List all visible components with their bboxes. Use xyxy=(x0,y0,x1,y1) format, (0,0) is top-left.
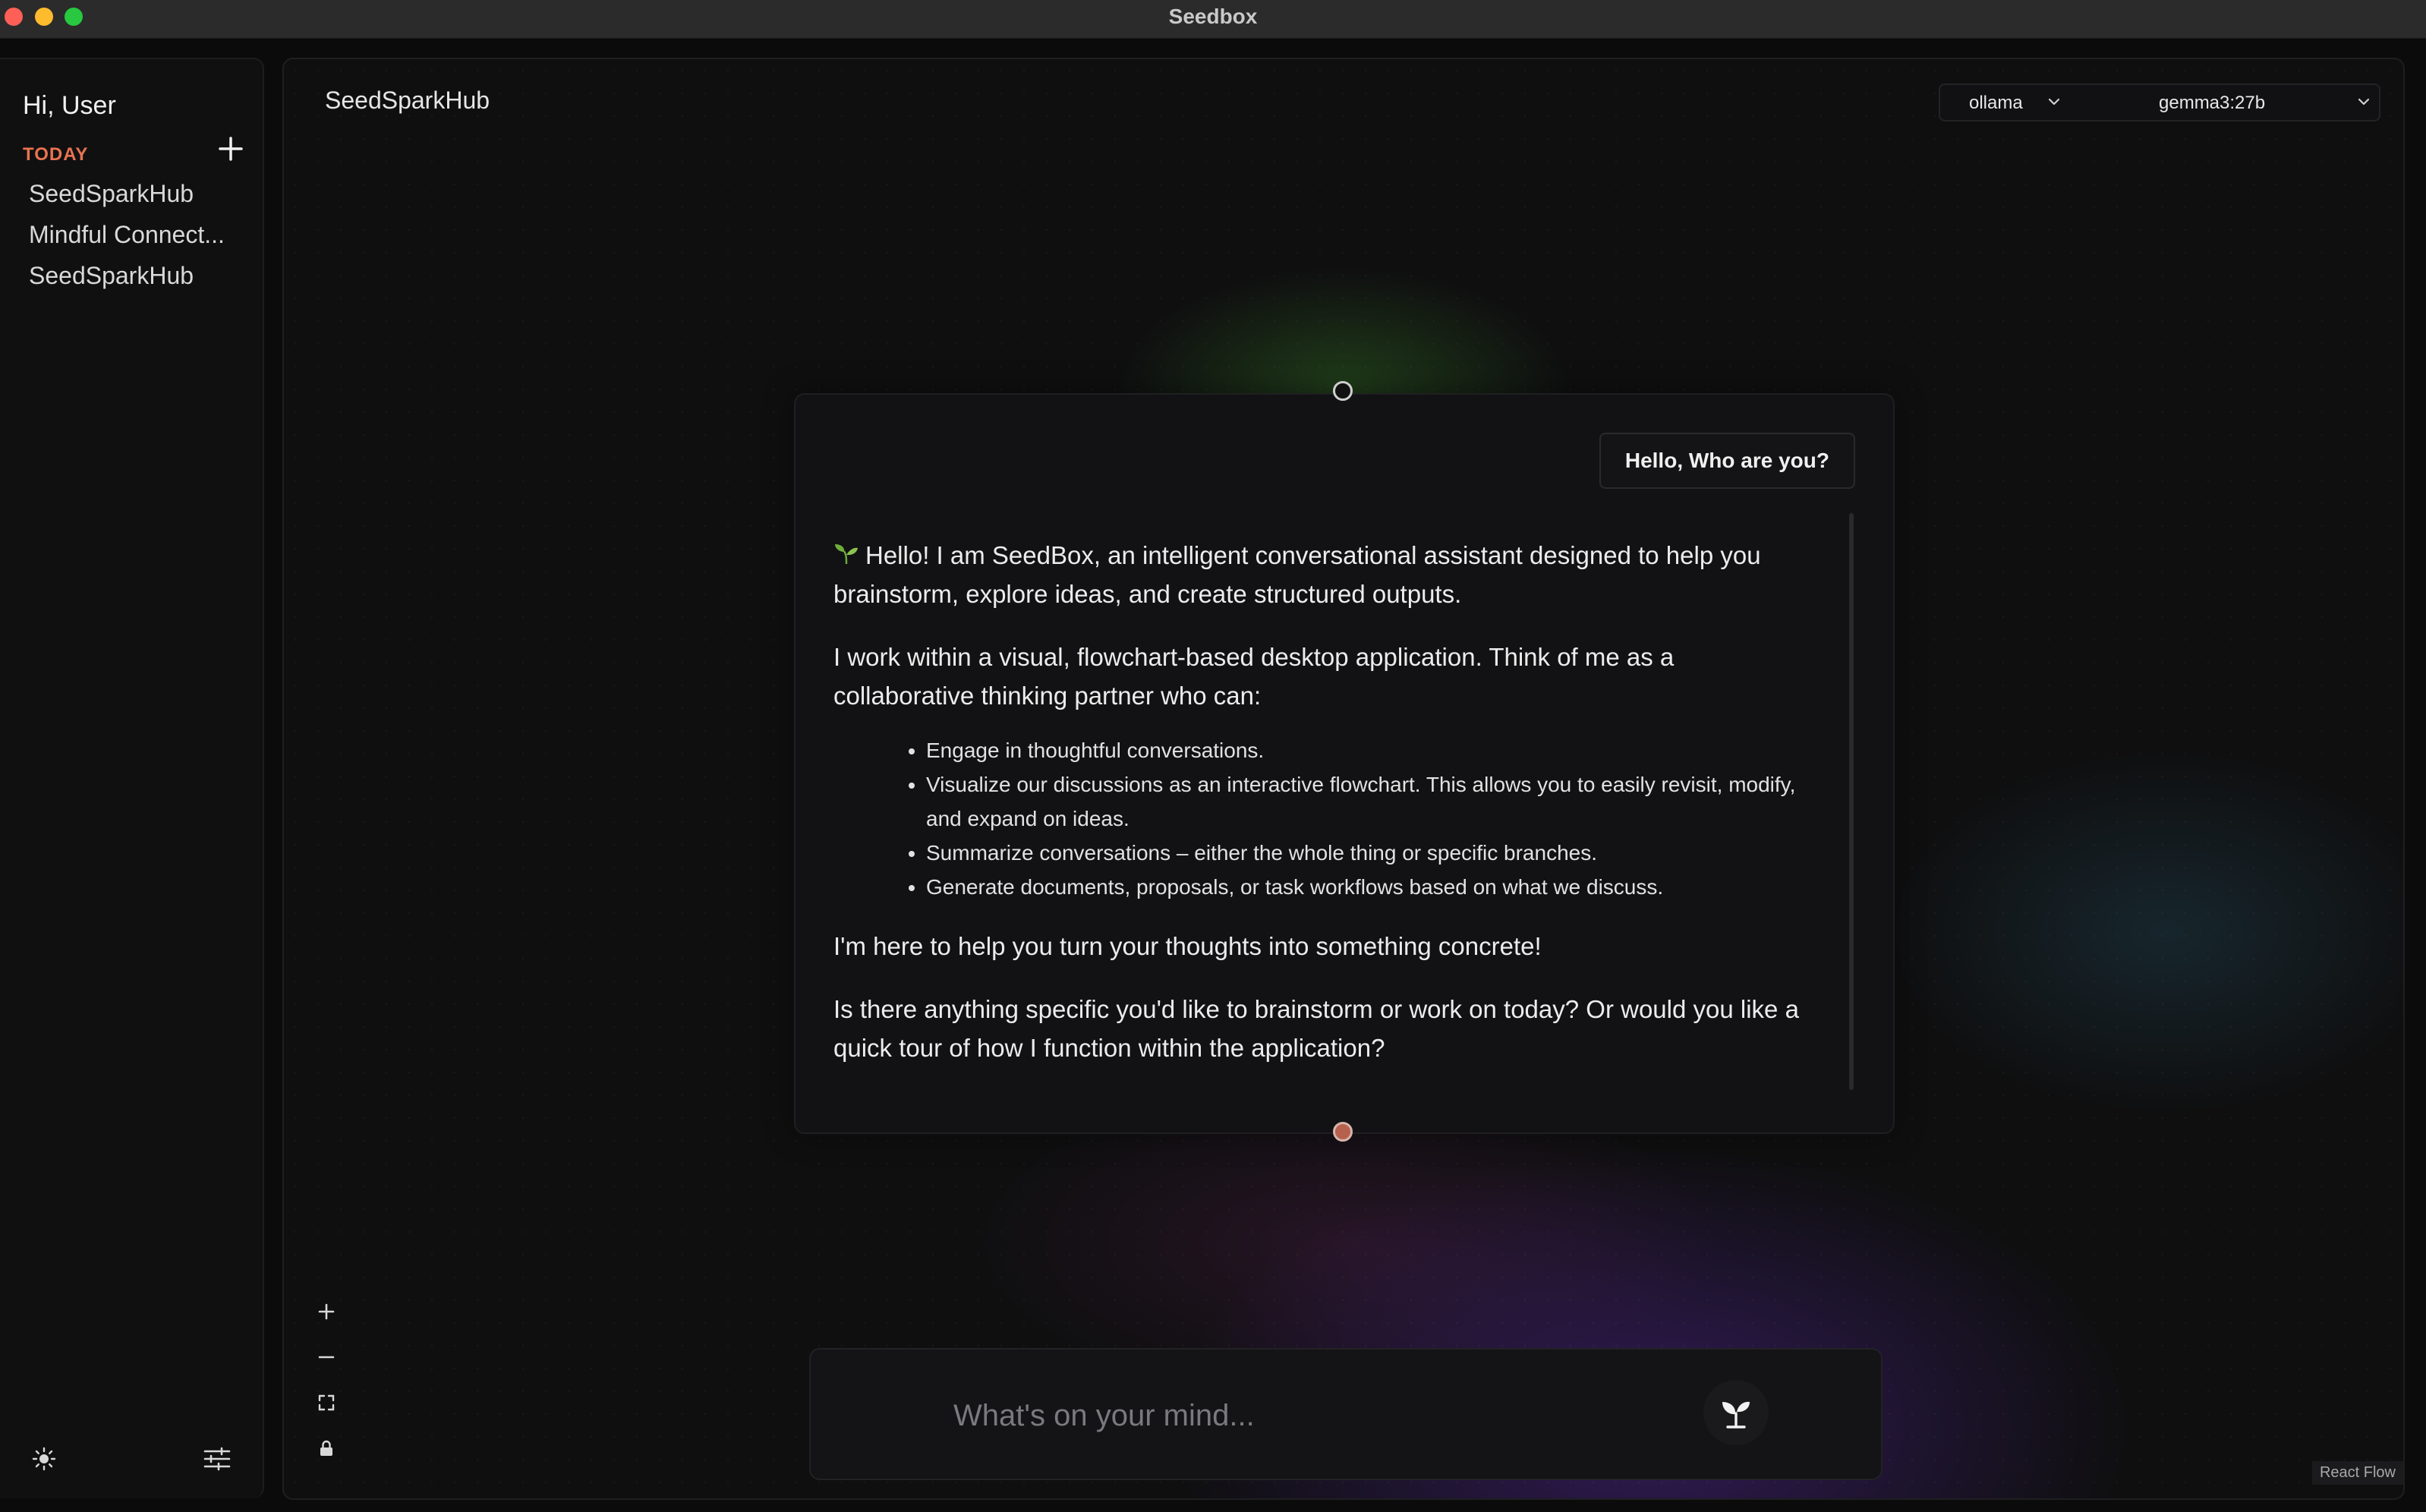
lock-button[interactable] xyxy=(311,1425,342,1471)
send-button[interactable] xyxy=(1703,1380,1769,1445)
chat-list: SeedSparkHub Mindful Connect... SeedSpar… xyxy=(29,173,249,296)
window-title: Seedbox xyxy=(1168,5,1258,28)
response-bullet-list: Engage in thoughtful conversations. Visu… xyxy=(833,733,1820,904)
new-chat-button[interactable] xyxy=(216,134,246,164)
list-item: Summarize conversations – either the who… xyxy=(926,836,1820,870)
fit-view-icon xyxy=(318,1394,335,1411)
assistant-response: Hello! I am SeedBox, an intelligent conv… xyxy=(833,536,1820,1091)
theme-toggle-button[interactable] xyxy=(32,1447,56,1471)
model-select[interactable]: gemma3:27b xyxy=(2072,83,2380,121)
title-bar: Seedbox xyxy=(0,0,2426,39)
chevron-down-icon xyxy=(2048,98,2060,106)
response-intro: Hello! I am SeedBox, an intelligent conv… xyxy=(833,541,1761,608)
list-item: Engage in thoughtful conversations. xyxy=(926,733,1820,767)
node-output-handle[interactable] xyxy=(1333,1122,1353,1142)
react-flow-attribution[interactable]: React Flow xyxy=(2311,1461,2403,1485)
message-composer xyxy=(809,1348,1883,1480)
zoom-out-button[interactable] xyxy=(311,1334,342,1380)
sprout-icon xyxy=(1722,1401,1750,1429)
response-paragraph: I work within a visual, flowchart-based … xyxy=(833,643,1675,710)
plus-icon xyxy=(219,137,243,161)
lock-icon xyxy=(320,1440,332,1456)
list-item: Generate documents, proposals, or task w… xyxy=(926,870,1820,904)
fit-view-button[interactable] xyxy=(311,1380,342,1425)
plus-icon xyxy=(318,1303,335,1320)
node-input-handle[interactable] xyxy=(1333,381,1353,401)
list-item: Visualize our discussions as an interact… xyxy=(926,767,1820,836)
provider-select[interactable]: ollama xyxy=(1939,83,2075,121)
sun-icon xyxy=(32,1447,56,1471)
response-paragraph: Is there anything specific you'd like to… xyxy=(833,995,1799,1062)
sprout-icon xyxy=(835,544,858,565)
section-label-today: TODAY xyxy=(23,144,89,165)
conversation-title: SeedSparkHub xyxy=(325,87,490,114)
model-value: gemma3:27b xyxy=(2159,93,2266,113)
chat-item[interactable]: SeedSparkHub xyxy=(29,255,249,296)
chat-item[interactable]: SeedSparkHub xyxy=(29,173,249,214)
user-message: Hello, Who are you? xyxy=(1599,433,1855,489)
sidebar: Hi, User TODAY SeedSparkHub Mindful Conn… xyxy=(0,58,264,1498)
node-scrollbar[interactable] xyxy=(1849,513,1854,1090)
sliders-icon xyxy=(203,1447,231,1471)
zoom-in-button[interactable] xyxy=(311,1289,342,1334)
response-paragraph: I'm here to help you turn your thoughts … xyxy=(833,932,1542,960)
minus-icon xyxy=(318,1356,335,1359)
zoom-controls xyxy=(311,1289,342,1471)
greeting: Hi, User xyxy=(23,91,116,120)
flow-canvas[interactable]: SeedSparkHub ollama gemma3:27b Hello, Wh… xyxy=(282,58,2405,1500)
chat-item[interactable]: Mindful Connect... xyxy=(29,214,249,255)
provider-value: ollama xyxy=(1969,93,2023,113)
response-paragraph: Hello! I am SeedBox, an intelligent conv… xyxy=(833,536,1820,613)
message-input[interactable] xyxy=(952,1392,1676,1439)
settings-button[interactable] xyxy=(203,1447,231,1471)
chevron-down-icon xyxy=(2358,98,2370,106)
conversation-node[interactable]: Hello, Who are you? Hello! I am SeedBox,… xyxy=(794,393,1895,1134)
